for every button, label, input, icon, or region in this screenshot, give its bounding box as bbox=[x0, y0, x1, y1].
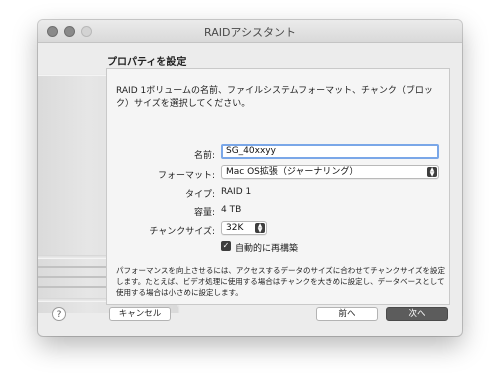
auto-rebuild-checkbox[interactable]: ✓ bbox=[221, 241, 231, 251]
intro-text: RAID 1ボリュームの名前、ファイルシステムフォーマット、チャンク（ブロック）… bbox=[116, 86, 433, 109]
up-down-chevron-icon: ▲ ▼ bbox=[427, 167, 437, 178]
type-value: RAID 1 bbox=[221, 187, 252, 197]
name-label: 名前: bbox=[193, 151, 215, 161]
help-button[interactable]: ? bbox=[52, 307, 66, 321]
chunk-size-hint: パフォーマンスを向上させるには、アクセスするデータのサイズに合わせてチャンクサイ… bbox=[116, 266, 445, 297]
next-button[interactable]: 次へ bbox=[386, 307, 448, 321]
up-down-chevron-icon: ▲ ▼ bbox=[255, 223, 265, 234]
window-title: RAIDアシスタント bbox=[204, 26, 296, 39]
type-label: タイプ: bbox=[184, 190, 215, 200]
properties-panel: RAID 1ボリュームの名前、ファイルシステムフォーマット、チャンク（ブロック）… bbox=[106, 68, 450, 305]
back-button[interactable]: 前へ bbox=[316, 307, 378, 321]
chunk-size-value: 32K bbox=[226, 223, 244, 233]
capacity-label: 容量: bbox=[193, 208, 215, 218]
section-heading: プロパティを設定 bbox=[107, 57, 187, 68]
format-popup[interactable]: Mac OS拡張（ジャーナリング） ▲ ▼ bbox=[221, 165, 439, 179]
capacity-value: 4 TB bbox=[221, 205, 242, 215]
cancel-button[interactable]: キャンセル bbox=[109, 307, 171, 321]
name-field[interactable]: SG_40xxyy bbox=[221, 144, 439, 159]
raid-assistant-window: RAIDアシスタント プロパティを設定 RAID 1ボリュームの名前、ファイルシ… bbox=[38, 20, 462, 336]
format-label: フォーマット: bbox=[157, 171, 215, 181]
format-value: Mac OS拡張（ジャーナリング） bbox=[226, 167, 359, 177]
chunk-size-popup[interactable]: 32K ▲ ▼ bbox=[221, 221, 267, 235]
title-bar: RAIDアシスタント bbox=[38, 20, 462, 43]
chunk-size-label: チャンクサイズ: bbox=[149, 227, 215, 237]
auto-rebuild-label: 自動的に再構築 bbox=[235, 244, 299, 254]
